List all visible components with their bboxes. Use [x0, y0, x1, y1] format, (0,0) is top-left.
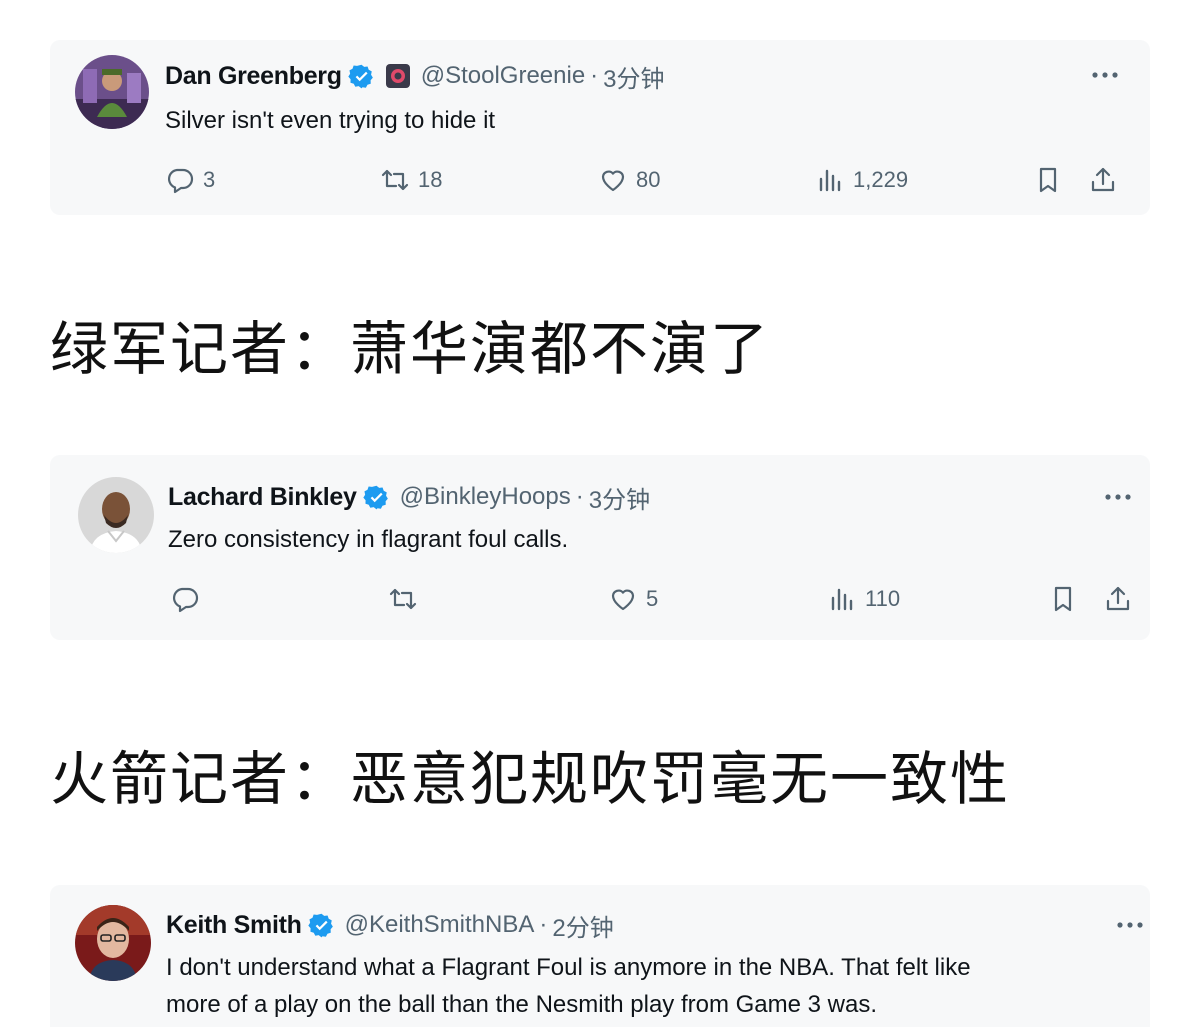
timestamp[interactable]: 3分钟	[603, 59, 664, 94]
caption-celtics-reporter: 绿军记者：萧华演都不演了	[50, 315, 771, 383]
analytics-bars-icon	[815, 165, 845, 195]
more-horizontal-icon[interactable]	[1115, 920, 1145, 930]
heart-icon	[598, 165, 628, 195]
tweet-card-lachard-binkley[interactable]: Lachard Binkley @BinkleyHoops · 3分钟 Zero…	[50, 455, 1150, 640]
share-upload-icon	[1103, 584, 1133, 614]
retweet-icon	[380, 165, 410, 195]
like-button[interactable]: 80	[598, 162, 660, 198]
analytics-bars-icon	[827, 584, 857, 614]
reply-bubble-icon	[165, 165, 195, 195]
tweet-text: Zero consistency in flagrant foul calls.	[168, 526, 569, 553]
views-count: 110	[865, 586, 901, 611]
retweet-count: 18	[418, 167, 443, 192]
reply-button[interactable]	[170, 581, 208, 617]
author-handle[interactable]: @BinkleyHoops	[400, 483, 571, 511]
reply-bubble-icon	[170, 584, 200, 614]
bookmark-icon	[1033, 165, 1063, 195]
like-button[interactable]: 5	[608, 581, 658, 617]
separator-dot: ·	[539, 911, 548, 938]
tweet-text-line-1: I don't understand what a Flagrant Foul …	[166, 954, 971, 981]
timestamp[interactable]: 3分钟	[589, 480, 650, 515]
author-handle[interactable]: @StoolGreenie	[421, 62, 585, 90]
more-horizontal-icon[interactable]	[1103, 492, 1133, 502]
retweet-button[interactable]	[388, 581, 426, 617]
separator-dot: ·	[575, 483, 584, 510]
caption-rockets-reporter: 火箭记者：恶意犯规吹罚毫无一致性	[50, 745, 1011, 813]
reply-button[interactable]: 3	[165, 162, 215, 198]
tweet-text-line-2: more of a play on the ball than the Nesm…	[166, 991, 878, 1018]
views-button[interactable]: 110	[827, 581, 900, 617]
bookmark-icon	[1048, 584, 1078, 614]
verified-badge-icon	[348, 63, 375, 90]
author-name[interactable]: Lachard Binkley	[168, 483, 357, 512]
bookmark-button[interactable]	[1048, 581, 1078, 617]
avatar[interactable]	[75, 55, 149, 129]
affiliate-badge-icon[interactable]	[385, 63, 411, 89]
views-button[interactable]: 1,229	[815, 162, 908, 198]
retweet-icon	[388, 584, 418, 614]
author-handle[interactable]: @KeithSmithNBA	[345, 911, 535, 939]
more-horizontal-icon[interactable]	[1090, 70, 1120, 80]
avatar[interactable]	[78, 477, 154, 553]
views-count: 1,229	[853, 167, 909, 192]
separator-dot: ·	[590, 62, 599, 89]
tweet-card-dan-greenberg[interactable]: Dan Greenberg @StoolGreenie · 3分钟 Silver…	[50, 40, 1150, 215]
like-count: 5	[646, 586, 659, 611]
heart-icon	[608, 584, 638, 614]
like-count: 80	[636, 167, 661, 192]
bookmark-button[interactable]	[1033, 162, 1063, 198]
reply-count: 3	[203, 167, 216, 192]
verified-badge-icon	[307, 912, 335, 939]
author-name[interactable]: Keith Smith	[166, 911, 302, 940]
avatar[interactable]	[75, 905, 151, 981]
verified-badge-icon	[362, 484, 390, 511]
share-button[interactable]	[1103, 581, 1133, 617]
timestamp[interactable]: 2分钟	[552, 908, 613, 943]
share-button[interactable]	[1088, 162, 1118, 198]
author-name[interactable]: Dan Greenberg	[165, 62, 342, 91]
tweet-text: Silver isn't even trying to hide it	[165, 107, 496, 134]
tweet-card-keith-smith[interactable]: Keith Smith @KeithSmithNBA · 2分钟 I don't…	[50, 885, 1150, 1027]
share-upload-icon	[1088, 165, 1118, 195]
retweet-button[interactable]: 18	[380, 162, 442, 198]
